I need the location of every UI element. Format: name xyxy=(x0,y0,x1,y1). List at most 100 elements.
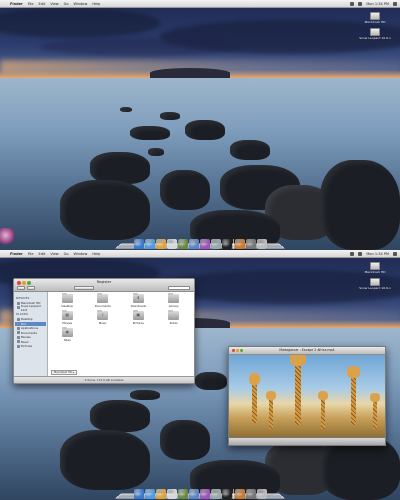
folder-item[interactable]: Documents xyxy=(86,292,121,310)
sidebar-item-label: Snow Leopard 10.6 xyxy=(20,303,41,312)
globe-icon[interactable] xyxy=(144,489,155,499)
finder-status: 9 items, 123.8 GB available xyxy=(14,376,194,383)
hard-drive-icon xyxy=(370,28,380,36)
folder-label: Desktop xyxy=(61,304,74,308)
desktop-drive-1[interactable]: Macintosh HD xyxy=(355,12,395,24)
trash-icon[interactable] xyxy=(256,489,267,499)
dock-separator xyxy=(232,239,234,249)
sidebar-item-label: Music xyxy=(21,339,29,344)
menu-item-app[interactable]: Finder xyxy=(10,252,23,256)
desktop-drive-2[interactable]: Snow Leopard 10.6.x xyxy=(355,28,395,40)
folder-item[interactable]: ◉ Sites xyxy=(50,326,85,344)
menu-item-view[interactable]: View xyxy=(50,2,58,6)
folder-item[interactable]: ▦ Movies xyxy=(50,309,85,327)
sidebar-item[interactable]: Snow Leopard 10.6 xyxy=(15,303,46,312)
volume-icon[interactable] xyxy=(358,251,363,256)
chat-icon[interactable] xyxy=(199,489,210,499)
photo-icon[interactable] xyxy=(177,239,188,249)
movie-frame[interactable] xyxy=(229,355,385,439)
trash-icon[interactable] xyxy=(256,239,267,249)
downloads-icon[interactable] xyxy=(245,239,256,249)
menu-item-go[interactable]: Go xyxy=(64,2,69,6)
volume-icon[interactable] xyxy=(358,1,363,6)
menu-item-app[interactable]: Finder xyxy=(10,2,23,6)
finder-icon[interactable] xyxy=(133,239,144,249)
folder-item[interactable]: Desktop xyxy=(50,292,85,310)
wallpaper-rock xyxy=(90,400,150,432)
folder-icon[interactable] xyxy=(234,489,245,499)
photo-icon[interactable] xyxy=(177,489,188,499)
gear-icon[interactable] xyxy=(210,489,221,499)
giraffe-figure xyxy=(369,391,381,429)
terminal-icon[interactable] xyxy=(221,239,232,249)
spotlight-icon[interactable] xyxy=(393,251,397,256)
wifi-icon[interactable] xyxy=(350,251,355,256)
menu-bar: Finder File Edit View Go Window Help Mon… xyxy=(0,250,400,258)
folder-item[interactable]: Public xyxy=(157,309,192,327)
folder-icon: ◉ xyxy=(61,326,73,337)
search-field[interactable] xyxy=(168,286,190,290)
folder-icon xyxy=(61,292,73,303)
downloads-icon[interactable] xyxy=(245,489,256,499)
movie-titlebar[interactable]: Madagascar - Escape 2 Africa.mp4 xyxy=(229,347,385,355)
folder-label: Downloads xyxy=(130,304,146,308)
finder-titlebar[interactable]: Register xyxy=(14,279,194,292)
ical-icon[interactable] xyxy=(166,489,177,499)
view-mode-buttons[interactable] xyxy=(74,286,94,290)
terminal-icon[interactable] xyxy=(221,489,232,499)
wallpaper-cloud xyxy=(40,38,240,56)
folder-icon xyxy=(17,335,20,339)
folder-item[interactable]: ▣ Pictures xyxy=(121,309,156,327)
back-button[interactable] xyxy=(17,286,25,290)
compass-icon[interactable] xyxy=(155,489,166,499)
desktop-screen-bottom: Finder File Edit View Go Window Help Mon… xyxy=(0,250,400,500)
compass-icon[interactable] xyxy=(155,239,166,249)
itunes-icon[interactable] xyxy=(188,239,199,249)
hard-drive-icon xyxy=(370,278,380,286)
forward-button[interactable] xyxy=(27,286,35,290)
menu-item-edit[interactable]: Edit xyxy=(39,252,46,256)
folder-item[interactable]: Library xyxy=(157,292,192,310)
ical-icon[interactable] xyxy=(166,239,177,249)
menu-item-help[interactable]: Help xyxy=(92,252,100,256)
path-button[interactable]: Macintosh HD ▸ xyxy=(51,370,78,375)
menu-clock[interactable]: Mon 1:34 PM xyxy=(366,252,389,256)
folder-item[interactable]: ⬇ Downloads xyxy=(121,292,156,310)
gear-icon[interactable] xyxy=(210,239,221,249)
menu-item-view[interactable]: View xyxy=(50,252,58,256)
wallpaper-rock xyxy=(148,148,164,156)
folder-label: Music xyxy=(98,321,107,325)
globe-icon[interactable] xyxy=(144,239,155,249)
folder-icon xyxy=(17,344,20,348)
menu-item-edit[interactable]: Edit xyxy=(39,2,46,6)
wallpaper-rock xyxy=(120,107,132,112)
menu-item-file[interactable]: File xyxy=(28,252,34,256)
spotlight-icon[interactable] xyxy=(393,1,397,6)
wallpaper-rock xyxy=(195,372,227,390)
chat-icon[interactable] xyxy=(199,239,210,249)
folder-icon xyxy=(17,322,20,326)
menu-item-go[interactable]: Go xyxy=(64,252,69,256)
finder-content: Desktop Documents ⬇ Downloads Library ▦ Movies… xyxy=(49,292,192,375)
giraffe-figure xyxy=(265,389,277,429)
finder-icon[interactable] xyxy=(133,489,144,499)
movie-controls[interactable] xyxy=(229,437,385,445)
folder-icon xyxy=(168,292,180,303)
menu-item-window[interactable]: Window xyxy=(74,252,88,256)
desktop-drive-1[interactable]: Macintosh HD xyxy=(355,262,395,274)
sidebar-item[interactable]: Pictures xyxy=(15,344,46,349)
sidebar-header: DEVICES xyxy=(16,296,30,300)
menu-item-window[interactable]: Window xyxy=(74,2,88,6)
itunes-icon[interactable] xyxy=(188,489,199,499)
movie-title: Madagascar - Escape 2 Africa.mp4 xyxy=(279,348,335,352)
menu-clock[interactable]: Mon 1:34 PM xyxy=(366,2,389,6)
desktop-drive-2[interactable]: Snow Leopard 10.6.x xyxy=(355,278,395,290)
sidebar-item-label: Pictures xyxy=(21,344,33,349)
wallpaper-rock xyxy=(230,140,270,160)
folder-icon: ▦ xyxy=(61,309,73,320)
folder-item[interactable]: ♪ Music xyxy=(86,309,121,327)
menu-item-help[interactable]: Help xyxy=(92,2,100,6)
folder-icon[interactable] xyxy=(234,239,245,249)
wifi-icon[interactable] xyxy=(350,1,355,6)
menu-item-file[interactable]: File xyxy=(28,2,34,6)
